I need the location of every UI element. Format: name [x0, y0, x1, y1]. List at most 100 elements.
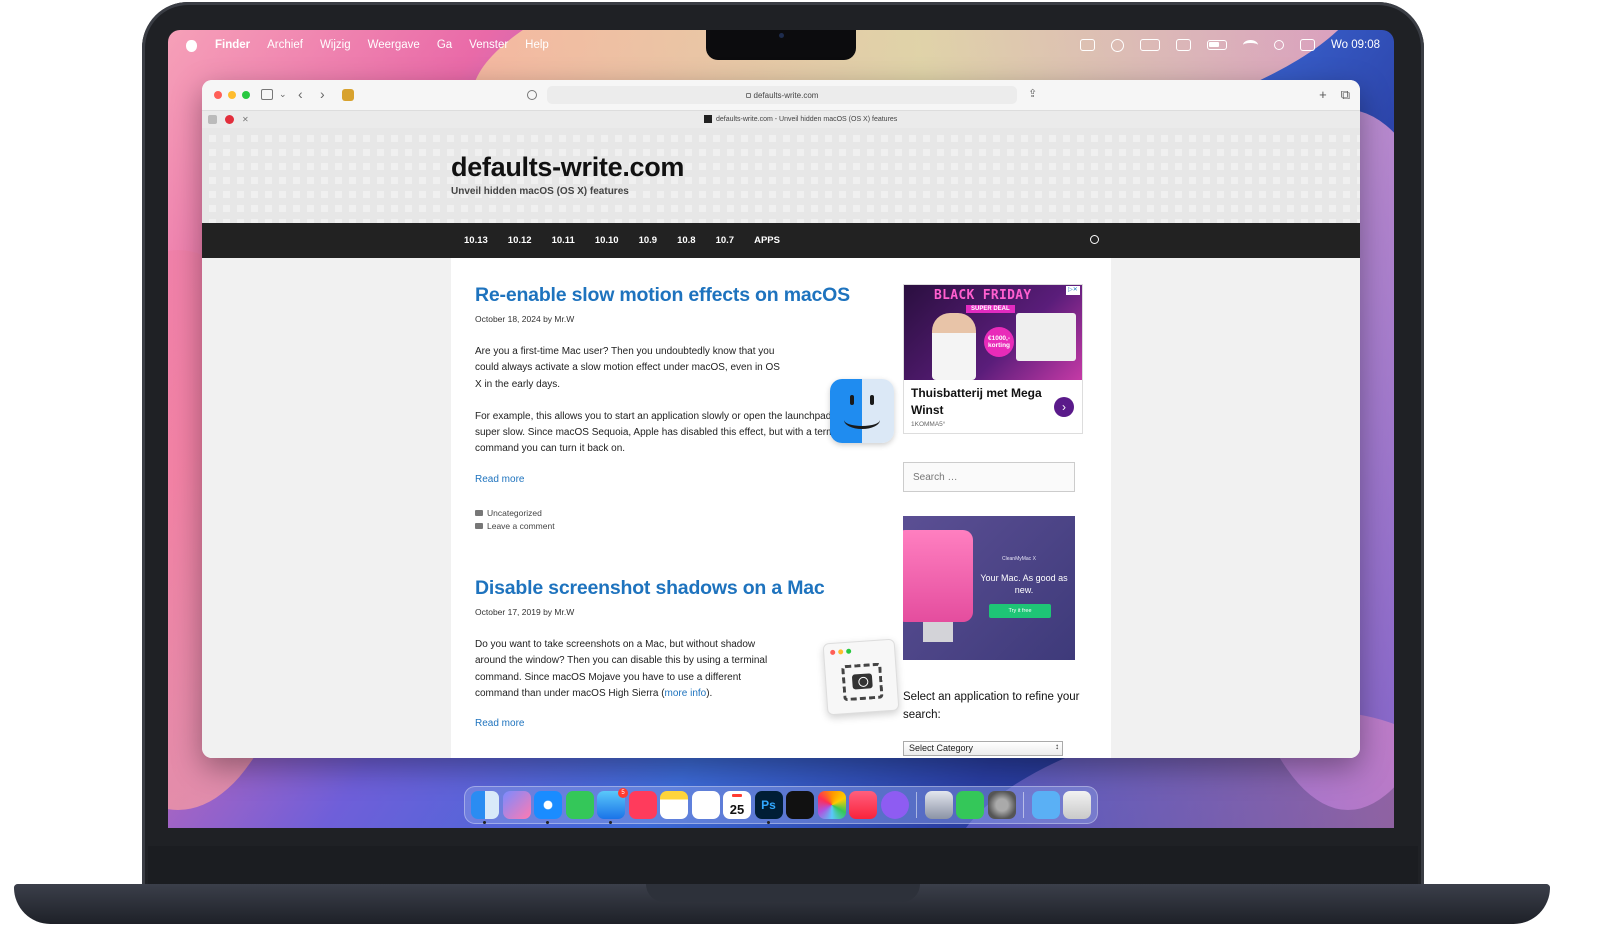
p-status-icon[interactable]	[1110, 38, 1124, 52]
dock-mail-icon[interactable]: 5	[597, 788, 628, 824]
tab-overview-icon[interactable]: ⧉	[1341, 87, 1350, 103]
spotlight-search-icon[interactable]	[1273, 40, 1284, 50]
dock-photos-icon[interactable]	[817, 791, 846, 819]
dock-music-icon[interactable]	[849, 791, 877, 819]
extension-icon[interactable]	[342, 89, 354, 101]
chevron-down-icon[interactable]: ⌄	[279, 88, 287, 100]
wifi-icon[interactable]	[1242, 40, 1258, 50]
ad-price-badge: €1000,- korting	[984, 327, 1014, 357]
dock-reminders-icon[interactable]	[691, 791, 720, 819]
refine-text: Select an application to refine your sea…	[903, 691, 1080, 721]
nav-item-apps[interactable]: APPS	[744, 235, 790, 246]
nav-item-10-8[interactable]: 10.8	[667, 235, 706, 246]
post-title[interactable]: Disable screenshot shadows on a Mac	[475, 577, 875, 600]
battery-icon[interactable]	[1206, 40, 1227, 50]
screen: Finder Archief Wijzig Weergave Ga Venste…	[168, 30, 1394, 828]
menu-app-name[interactable]: Finder	[215, 39, 250, 51]
post-excerpt: Do you want to take screenshots on a Mac…	[475, 637, 780, 702]
back-icon[interactable]: ‹	[298, 87, 303, 101]
forward-icon[interactable]: ›	[320, 87, 325, 101]
share-icon[interactable]: ⇪	[1028, 88, 1037, 100]
ad-image: BLACK FRIDAY SUPER DEAL €1000,- korting …	[904, 285, 1082, 380]
dock-preview-icon[interactable]	[924, 791, 953, 819]
dock-notes-icon[interactable]	[660, 791, 688, 819]
nav-item-10-10[interactable]: 10.10	[585, 235, 629, 246]
dock: 5 25 Ps	[464, 786, 1098, 824]
search-icon[interactable]	[1090, 235, 1099, 244]
menu-clock[interactable]: Wo 09:08	[1331, 39, 1380, 51]
menu-item-wijzig[interactable]: Wijzig	[320, 39, 351, 51]
address-text: defaults-write.com	[753, 90, 819, 100]
nav-item-10-13[interactable]: 10.13	[454, 235, 498, 246]
post-excerpt: For example, this allows you to start an…	[475, 410, 851, 455]
post-author[interactable]: Mr.W	[554, 314, 574, 324]
pinned-tab-icon[interactable]	[208, 115, 217, 124]
read-more-link[interactable]: Read more	[475, 474, 875, 485]
menu-item-weergave[interactable]: Weergave	[368, 39, 420, 51]
post-date[interactable]: October 17, 2019	[475, 607, 541, 617]
dock-calendar-icon[interactable]: 25	[723, 791, 751, 819]
dock-stacks-app-icon[interactable]	[786, 791, 814, 819]
address-bar[interactable]: defaults-write.com	[547, 86, 1017, 104]
dock-settings-icon[interactable]	[987, 791, 1016, 819]
menu-item-archief[interactable]: Archief	[267, 39, 303, 51]
dock-finder-icon[interactable]	[471, 791, 499, 824]
category-select[interactable]: Select Category	[903, 741, 1063, 756]
browser-window: ⌄ ‹ › defaults-write.com ⇪ + ⧉ ✕ default…	[202, 80, 1360, 758]
menu-item-help[interactable]: Help	[525, 39, 549, 51]
dock-photoshop-icon[interactable]: Ps	[754, 791, 783, 824]
nav-item-10-7[interactable]: 10.7	[706, 235, 745, 246]
favicon-icon	[704, 115, 712, 123]
checklist-status-icon[interactable]	[1079, 39, 1095, 51]
close-tab-icon[interactable]: ✕	[242, 115, 249, 124]
zoom-window-button[interactable]	[242, 91, 250, 99]
sidebar-toggle-icon[interactable]	[261, 89, 273, 100]
comment-link[interactable]: Leave a comment	[487, 521, 555, 531]
read-more-link[interactable]: Read more	[475, 718, 875, 729]
ad-try-button[interactable]: Try it free	[989, 604, 1051, 618]
pinned-tab-icon[interactable]	[225, 115, 234, 124]
adchoices-icon[interactable]: ▷✕	[1066, 286, 1080, 295]
mail-badge: 5	[618, 788, 628, 798]
search-input[interactable]: Search …	[903, 462, 1075, 492]
new-tab-icon[interactable]: +	[1319, 87, 1327, 103]
menu-item-ga[interactable]: Ga	[437, 39, 452, 51]
tab-active[interactable]: defaults-write.com - Unveil hidden macOS…	[704, 115, 897, 123]
nav-item-10-12[interactable]: 10.12	[498, 235, 542, 246]
nav-item-10-9[interactable]: 10.9	[629, 235, 668, 246]
display-status-icon[interactable]	[1175, 39, 1191, 51]
apple-menu-icon[interactable]	[186, 38, 198, 52]
nav-item-10-11[interactable]: 10.11	[542, 235, 585, 246]
dock-bookmark-app-icon[interactable]	[628, 791, 657, 819]
dock-downloads-folder-icon[interactable]	[1031, 791, 1060, 819]
dock-facetime-icon[interactable]	[956, 791, 984, 819]
dock-launchpad-icon[interactable]	[502, 791, 531, 819]
category-link[interactable]: Uncategorized	[487, 508, 542, 518]
info-icon[interactable]	[527, 90, 537, 100]
ad-banner-cleanmymac[interactable]: CleanMyMac X Your Mac. As good as new. T…	[903, 516, 1075, 660]
site-title[interactable]: defaults-write.com	[451, 152, 684, 183]
dock-safari-icon[interactable]	[534, 791, 562, 824]
close-window-button[interactable]	[214, 91, 222, 99]
cloud-status-icon[interactable]	[1139, 39, 1160, 51]
post-excerpt: Are you a first-time Mac user? Then you …	[475, 346, 780, 390]
ad-brand: CleanMyMac X	[1002, 556, 1036, 562]
dock-messages-icon[interactable]	[565, 791, 594, 819]
minimize-window-button[interactable]	[228, 91, 236, 99]
post-date[interactable]: October 18, 2024	[475, 314, 541, 324]
site-description: Unveil hidden macOS (OS X) features	[451, 186, 629, 197]
menu-item-venster[interactable]: Venster	[469, 39, 508, 51]
dock-trash-icon[interactable]	[1063, 791, 1091, 819]
control-center-icon[interactable]	[1299, 39, 1315, 51]
dock-at-app-icon[interactable]	[880, 791, 909, 819]
ad-banner-black-friday[interactable]: BLACK FRIDAY SUPER DEAL €1000,- korting …	[903, 284, 1083, 434]
post-author[interactable]: Mr.W	[554, 607, 574, 617]
photoshop-label: Ps	[761, 798, 776, 812]
post-article: Disable screenshot shadows on a Mac Octo…	[475, 577, 900, 729]
more-info-link[interactable]: more info	[665, 688, 707, 699]
post-article: Re-enable slow motion effects on macOS O…	[475, 284, 894, 533]
ad-person-image	[932, 313, 976, 380]
ad-arrow-icon[interactable]: ›	[1054, 397, 1074, 417]
window-controls	[202, 91, 250, 99]
post-title[interactable]: Re-enable slow motion effects on macOS	[475, 284, 875, 307]
